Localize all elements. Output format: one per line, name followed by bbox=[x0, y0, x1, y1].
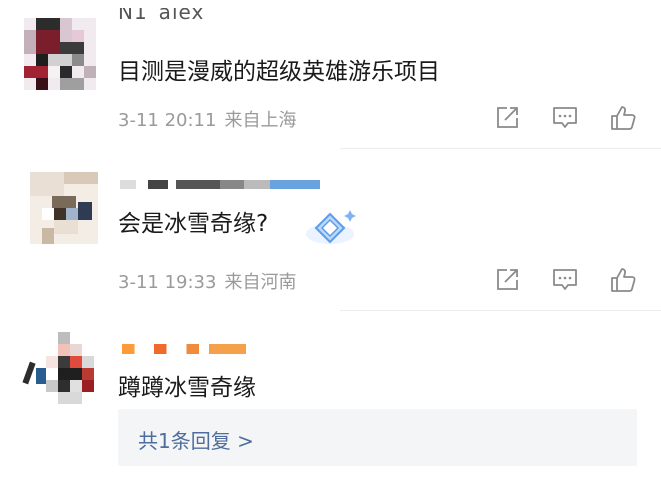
comment-icon[interactable] bbox=[550, 103, 580, 133]
divider bbox=[340, 148, 661, 149]
view-replies-link[interactable]: 共1条回复 > bbox=[138, 425, 254, 454]
divider bbox=[340, 310, 661, 311]
timestamp: 3-11 19:33 bbox=[118, 272, 217, 293]
avatar[interactable] bbox=[30, 172, 98, 244]
username[interactable] bbox=[122, 344, 246, 354]
username[interactable] bbox=[120, 180, 320, 189]
like-icon[interactable] bbox=[608, 103, 638, 133]
username[interactable]: N1_alex bbox=[118, 8, 204, 22]
comment-meta: 3-11 20:11 来自上海 bbox=[118, 106, 296, 132]
comment-actions bbox=[490, 103, 640, 133]
comment-item: 会是冰雪奇缘? 3-11 19:33 来自河南 bbox=[0, 150, 661, 310]
like-icon[interactable] bbox=[608, 265, 638, 295]
share-icon[interactable] bbox=[492, 265, 522, 295]
replies-box[interactable]: 共1条回复 > bbox=[118, 409, 637, 466]
comment-item: N1_alex 目测是漫威的超级英雄游乐项目 3-11 20:11 来自上海 bbox=[0, 0, 661, 150]
location: 来自河南 bbox=[224, 272, 297, 293]
comment-icon[interactable] bbox=[550, 265, 580, 295]
comment-text: 会是冰雪奇缘? bbox=[118, 211, 269, 237]
comment-meta: 3-11 19:33 来自河南 bbox=[118, 268, 296, 294]
avatar[interactable] bbox=[24, 18, 96, 90]
comment-text: 蹲蹲冰雪奇缘 bbox=[118, 375, 256, 401]
share-icon[interactable] bbox=[492, 103, 522, 133]
comment-actions bbox=[490, 265, 640, 295]
comment-text: 目测是漫威的超级英雄游乐项目 bbox=[118, 59, 440, 85]
diamond-sticker-icon bbox=[306, 210, 356, 244]
avatar[interactable] bbox=[22, 332, 98, 408]
location: 来自上海 bbox=[224, 110, 297, 131]
timestamp: 3-11 20:11 bbox=[118, 110, 217, 131]
